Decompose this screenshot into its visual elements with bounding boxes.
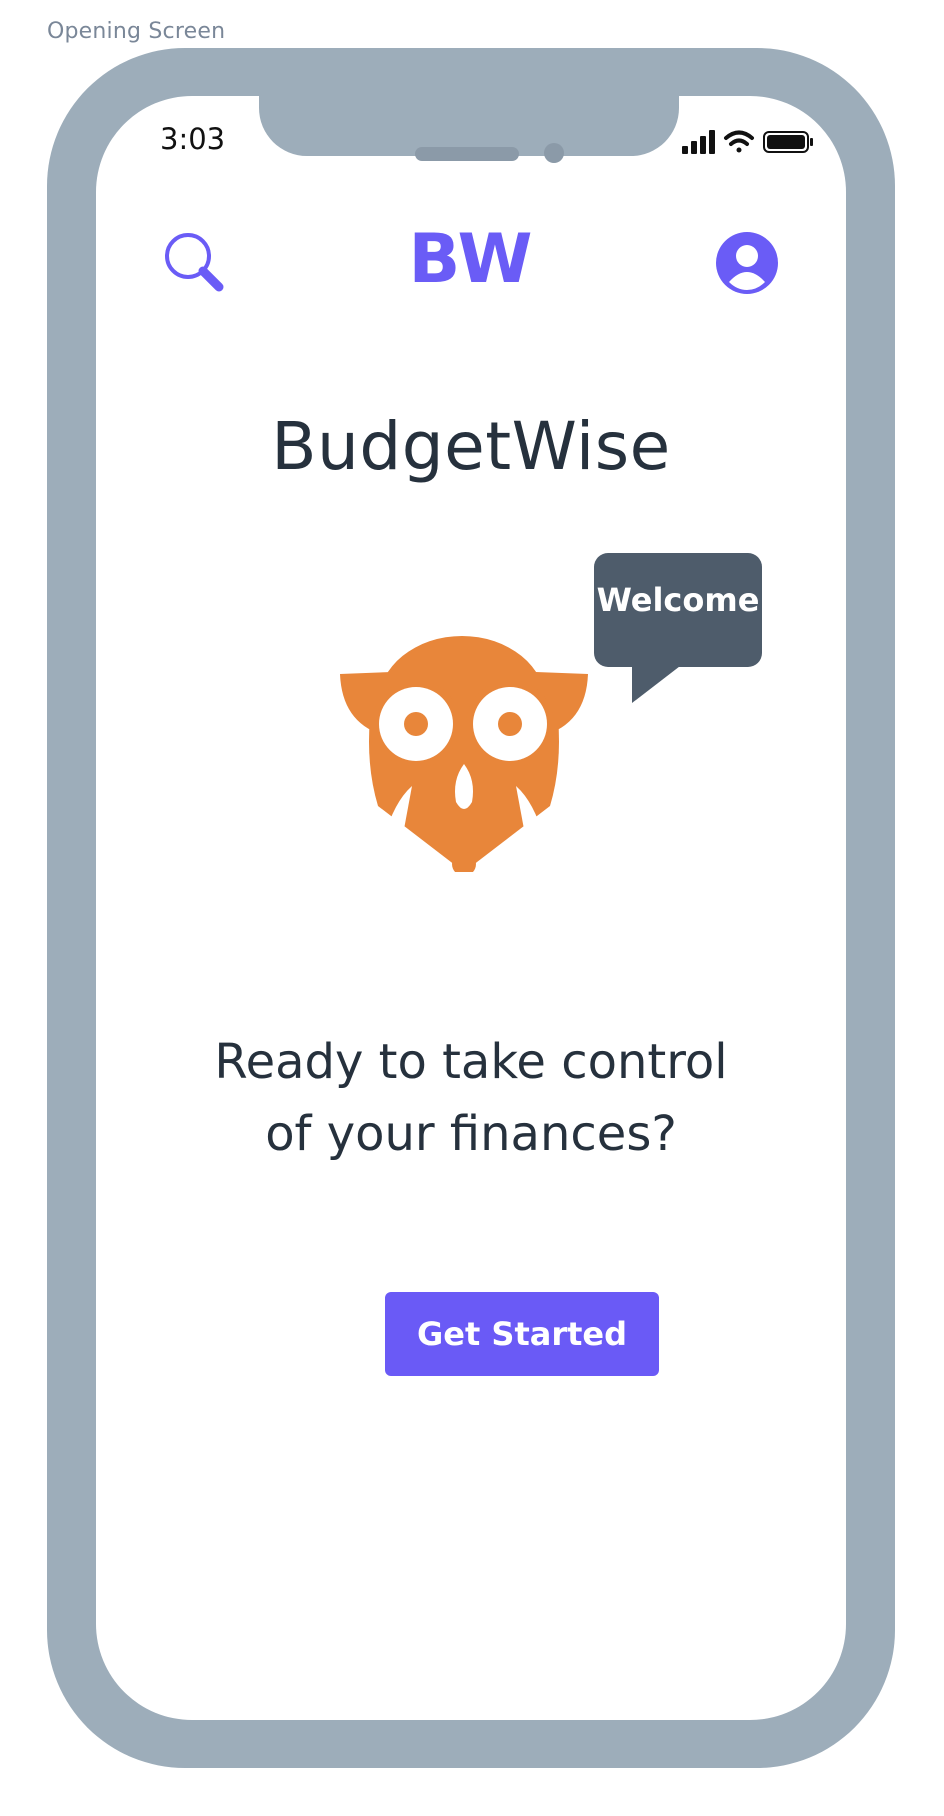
- signal-icon: [682, 130, 715, 154]
- tagline: Ready to take control of your finances?: [96, 1026, 846, 1170]
- owl-icon: [340, 636, 588, 872]
- speech-bubble: [594, 553, 762, 703]
- status-time: 3:03: [160, 122, 226, 156]
- tagline-line-2: of your finances?: [265, 1106, 677, 1162]
- battery-icon: [763, 131, 813, 153]
- get-started-button[interactable]: Get Started: [385, 1292, 659, 1376]
- tagline-line-1: Ready to take control: [214, 1034, 728, 1090]
- frame-label: Opening Screen: [47, 19, 226, 44]
- status-icons: [682, 130, 813, 154]
- app-title: BudgetWise: [271, 408, 671, 485]
- speech-bubble-text: Welcome: [596, 581, 760, 619]
- phone-frame: 3:03 BW BudgetWise Welcome Ready to take…: [47, 48, 895, 1768]
- app-screen: 3:03 BW BudgetWise Welcome Ready to take…: [96, 96, 846, 1720]
- notch-camera: [544, 143, 564, 163]
- profile-icon[interactable]: [716, 232, 778, 294]
- notch-speaker: [415, 147, 519, 161]
- device-notch: [259, 96, 679, 163]
- wifi-icon: [724, 130, 754, 153]
